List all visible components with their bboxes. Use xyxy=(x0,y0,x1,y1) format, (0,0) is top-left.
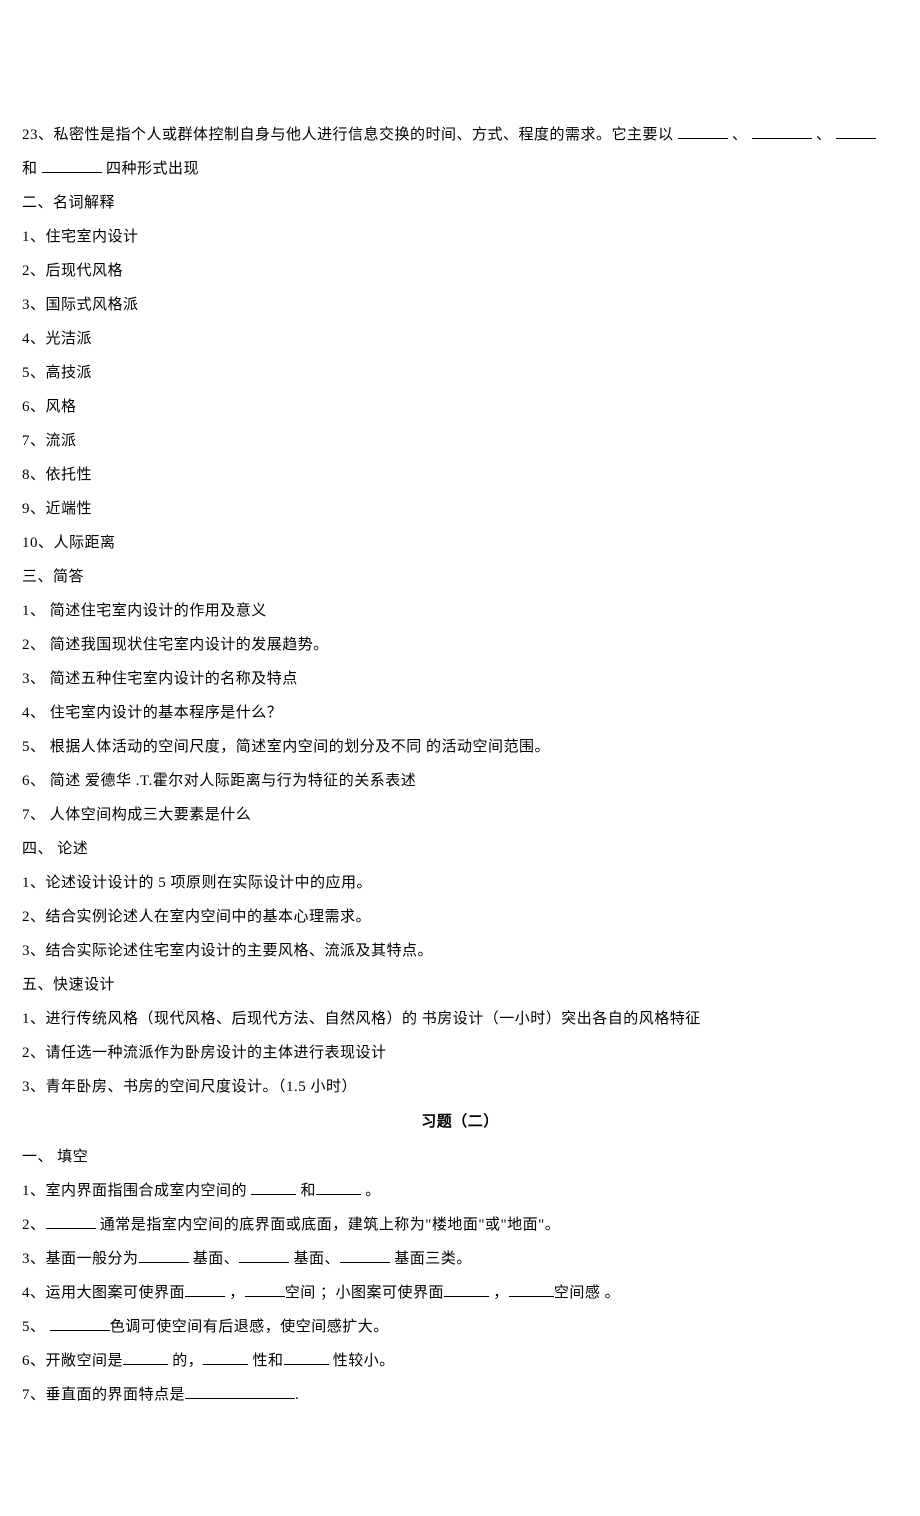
list-item: 2、 简述我国现状住宅室内设计的发展趋势。 xyxy=(22,632,898,659)
text: 3、基面一般分为 xyxy=(22,1251,139,1267)
q23-post: 四种形式出现 xyxy=(106,161,199,177)
text: 性较小。 xyxy=(333,1353,395,1369)
q23-and: 和 xyxy=(22,161,38,177)
list-item: 6、风格 xyxy=(22,394,898,421)
text: 1、室内界面指围合成室内空间的 xyxy=(22,1183,247,1199)
blank xyxy=(340,1247,390,1263)
section-4-title: 四、 论述 xyxy=(22,836,898,863)
list-item: 5、 根据人体活动的空间尺度，简述室内空间的划分及不同 的活动空间范围。 xyxy=(22,734,898,761)
p2-question-4: 4、运用大图案可使界面 ， 空间 ；小图案可使界面 ， 空间感 。 xyxy=(22,1280,898,1307)
text: 通常是指室内空间的底界面或底面，建筑上称为"楼地面"或"地面"。 xyxy=(100,1217,561,1233)
list-item: 2、请任选一种流派作为卧房设计的主体进行表现设计 xyxy=(22,1040,898,1067)
exercise-2-title: 习题（二） xyxy=(22,1109,898,1136)
p2-question-5: 5、 色调可使空间有后退感，使空间感扩大。 xyxy=(22,1314,898,1341)
blank xyxy=(185,1383,295,1399)
list-item: 4、 住宅室内设计的基本程序是什么？ xyxy=(22,700,898,727)
text: 7、垂直面的界面特点是 xyxy=(22,1387,185,1403)
text: 6、开敞空间是 xyxy=(22,1353,123,1369)
text: 空间 ；小图案可使界面 xyxy=(285,1285,444,1301)
text: . xyxy=(295,1387,299,1403)
text: 基面、 xyxy=(294,1251,341,1267)
text: 2、 xyxy=(22,1217,46,1233)
blank xyxy=(284,1349,329,1365)
list-item: 2、后现代风格 xyxy=(22,258,898,285)
blank xyxy=(185,1281,225,1297)
p2-section-1-title: 一、 填空 xyxy=(22,1144,898,1171)
text: 和 xyxy=(301,1183,317,1199)
question-23: 23、私密性是指个人或群体控制自身与他人进行信息交换的时间、方式、程度的需求。它… xyxy=(22,122,898,149)
blank xyxy=(123,1349,168,1365)
blank xyxy=(509,1281,554,1297)
p2-question-2: 2、 通常是指室内空间的底界面或底面，建筑上称为"楼地面"或"地面"。 xyxy=(22,1212,898,1239)
p2-question-1: 1、室内界面指围合成室内空间的 和 。 xyxy=(22,1178,898,1205)
text: 性和 xyxy=(253,1353,284,1369)
question-23-cont: 和 四种形式出现 xyxy=(22,156,898,183)
text: 5、 xyxy=(22,1319,46,1335)
list-item: 8、依托性 xyxy=(22,462,898,489)
text: ， xyxy=(493,1285,509,1301)
list-item: 1、进行传统风格（现代风格、后现代方法、自然风格）的 书房设计（一小时）突出各自… xyxy=(22,1006,898,1033)
list-item: 10、人际距离 xyxy=(22,530,898,557)
section-4-list: 1、论述设计设计的 5 项原则在实际设计中的应用。 2、结合实例论述人在室内空间中… xyxy=(22,870,898,965)
separator: 、 xyxy=(732,127,748,143)
blank xyxy=(139,1247,189,1263)
section-5-list: 1、进行传统风格（现代风格、后现代方法、自然风格）的 书房设计（一小时）突出各自… xyxy=(22,1006,898,1101)
blank xyxy=(245,1281,285,1297)
text: 基面三类。 xyxy=(394,1251,472,1267)
text: 的， xyxy=(172,1353,203,1369)
blank xyxy=(316,1179,361,1195)
separator: 、 xyxy=(816,127,832,143)
list-item: 3、国际式风格派 xyxy=(22,292,898,319)
list-item: 3、结合实际论述住宅室内设计的主要风格、流派及其特点。 xyxy=(22,938,898,965)
section-3-title: 三、简答 xyxy=(22,564,898,591)
blank xyxy=(251,1179,296,1195)
text: 4、运用大图案可使界面 xyxy=(22,1285,185,1301)
list-item: 7、流派 xyxy=(22,428,898,455)
p2-question-6: 6、开敞空间是 的， 性和 性较小。 xyxy=(22,1348,898,1375)
list-item: 6、 简述 爱德华 .T.霍尔对人际距离与行为特征的关系表述 xyxy=(22,768,898,795)
blank xyxy=(678,123,728,139)
blank xyxy=(836,123,876,139)
blank xyxy=(46,1213,96,1229)
list-item: 9、近端性 xyxy=(22,496,898,523)
text: 。 xyxy=(365,1183,381,1199)
list-item: 2、结合实例论述人在室内空间中的基本心理需求。 xyxy=(22,904,898,931)
list-item: 1、论述设计设计的 5 项原则在实际设计中的应用。 xyxy=(22,870,898,897)
section-2-title: 二、名词解释 xyxy=(22,190,898,217)
list-item: 7、 人体空间构成三大要素是什么 xyxy=(22,802,898,829)
p2-question-7: 7、垂直面的界面特点是. xyxy=(22,1382,898,1409)
blank xyxy=(50,1315,110,1331)
list-item: 4、光洁派 xyxy=(22,326,898,353)
list-item: 3、 简述五种住宅室内设计的名称及特点 xyxy=(22,666,898,693)
text: ， xyxy=(229,1285,245,1301)
section-5-title: 五、快速设计 xyxy=(22,972,898,999)
blank xyxy=(239,1247,289,1263)
blank xyxy=(752,123,812,139)
section-3-list: 1、 简述住宅室内设计的作用及意义 2、 简述我国现状住宅室内设计的发展趋势。 3、… xyxy=(22,598,898,829)
text: 色调可使空间有后退感，使空间感扩大。 xyxy=(110,1319,389,1335)
list-item: 5、高技派 xyxy=(22,360,898,387)
list-item: 3、青年卧房、书房的空间尺度设计。（1.5 小时） xyxy=(22,1074,898,1101)
section-2-list: 1、住宅室内设计 2、后现代风格 3、国际式风格派 4、光洁派 5、高技派 6、风格 7、流… xyxy=(22,224,898,557)
text: 空间感 。 xyxy=(554,1285,620,1301)
blank xyxy=(444,1281,489,1297)
text: 基面、 xyxy=(193,1251,240,1267)
blank xyxy=(203,1349,248,1365)
list-item: 1、 简述住宅室内设计的作用及意义 xyxy=(22,598,898,625)
q23-text-pre: 23、私密性是指个人或群体控制自身与他人进行信息交换的时间、方式、程度的需求。它… xyxy=(22,127,674,143)
p2-question-3: 3、基面一般分为 基面、 基面、 基面三类。 xyxy=(22,1246,898,1273)
blank xyxy=(42,157,102,173)
list-item: 1、住宅室内设计 xyxy=(22,224,898,251)
